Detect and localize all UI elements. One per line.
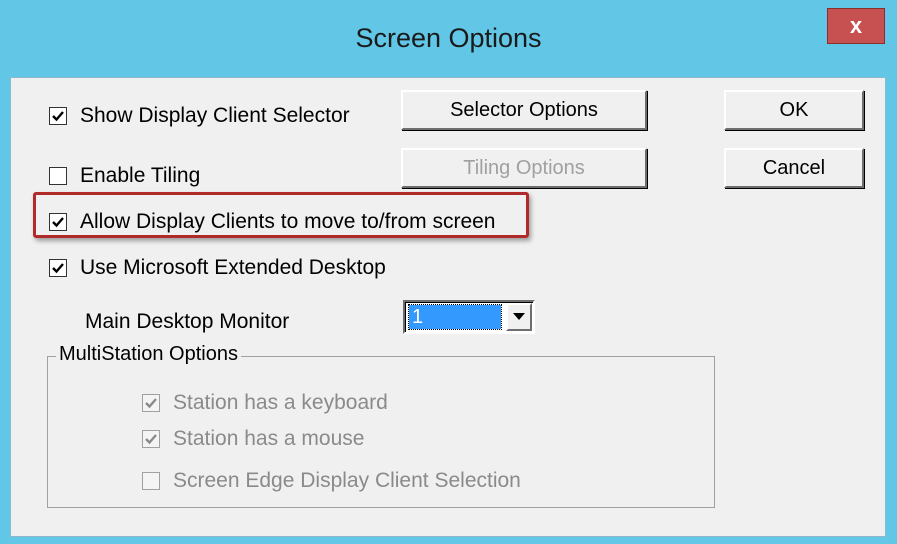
ok-button[interactable]: OK (724, 90, 864, 130)
dialog-body: Show Display Client Selector Enable Tili… (10, 77, 886, 537)
button-label: Selector Options (450, 98, 598, 121)
checkbox-label: Enable Tiling (80, 164, 201, 187)
chevron-down-icon (513, 313, 525, 320)
checkbox-box[interactable] (49, 167, 67, 185)
mouse-checkbox[interactable]: Station has a mouse (142, 427, 364, 451)
close-button[interactable]: x (827, 8, 885, 44)
tiling-options-button[interactable]: Tiling Options (401, 148, 647, 188)
cancel-button[interactable]: Cancel (724, 148, 864, 188)
selector-options-button[interactable]: Selector Options (401, 90, 647, 130)
checkmark-icon (52, 217, 64, 228)
allow-move-checkbox[interactable]: Allow Display Clients to move to/from sc… (49, 210, 495, 234)
dialog-title: Screen Options (355, 23, 542, 53)
checkbox-box[interactable] (49, 213, 67, 231)
title-bar[interactable]: Screen Options (0, 0, 897, 77)
keyboard-checkbox[interactable]: Station has a keyboard (142, 391, 388, 415)
checkbox-label: Use Microsoft Extended Desktop (80, 256, 386, 279)
checkmark-icon (52, 263, 64, 274)
main-monitor-label: Main Desktop Monitor (85, 310, 290, 333)
checkbox-label: Allow Display Clients to move to/from sc… (80, 210, 496, 233)
dropdown-arrow-button[interactable] (506, 303, 532, 331)
multistation-group: MultiStation Options Station has a keybo… (47, 343, 715, 508)
checkbox-box[interactable] (49, 107, 67, 125)
main-monitor-select[interactable]: 1 (403, 300, 535, 334)
screen-options-dialog: Screen Options x Show Display Client Sel… (0, 0, 897, 544)
checkbox-box[interactable] (142, 430, 160, 448)
group-title: MultiStation Options (56, 343, 241, 366)
use-extended-desktop-checkbox[interactable]: Use Microsoft Extended Desktop (49, 256, 386, 280)
checkbox-label: Show Display Client Selector (80, 104, 350, 127)
checkbox-box[interactable] (49, 259, 67, 277)
button-label: Cancel (762, 156, 826, 179)
enable-tiling-checkbox[interactable]: Enable Tiling (49, 164, 200, 188)
checkbox-label: Station has a keyboard (173, 391, 388, 414)
select-value: 1 (408, 304, 502, 330)
checkbox-label: Station has a mouse (173, 427, 365, 450)
button-label: OK (779, 98, 809, 121)
show-selector-checkbox[interactable]: Show Display Client Selector (49, 104, 350, 128)
screen-edge-checkbox[interactable]: Screen Edge Display Client Selection (142, 469, 521, 493)
checkmark-icon (52, 111, 64, 122)
checkmark-icon (145, 398, 157, 409)
close-icon: x (849, 13, 863, 38)
checkbox-box[interactable] (142, 394, 160, 412)
checkbox-box[interactable] (142, 472, 160, 490)
checkmark-icon (145, 434, 157, 445)
checkbox-label: Screen Edge Display Client Selection (173, 469, 521, 492)
button-label: Tiling Options (463, 156, 585, 179)
